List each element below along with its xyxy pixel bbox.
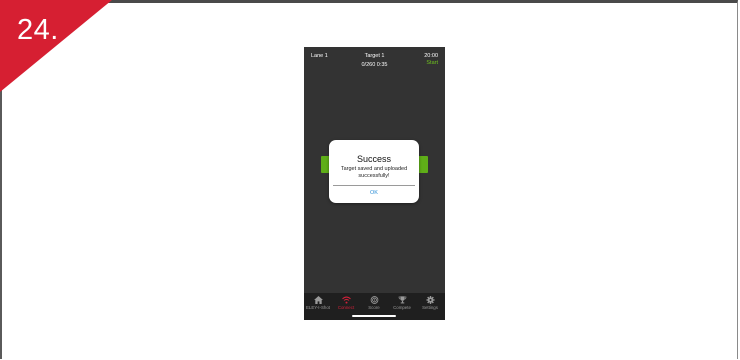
target-icon	[370, 296, 378, 304]
tab-label: Compete	[393, 305, 411, 310]
phone-screen: Lane 1 Target 1 0/260 0:35 20:00 Start S…	[304, 47, 445, 320]
success-dialog: Success Target saved and uploaded succes…	[329, 140, 419, 203]
gear-icon	[426, 296, 434, 304]
tab-label: Score	[368, 305, 380, 310]
ok-button[interactable]: OK	[329, 190, 419, 196]
tab-compete[interactable]: Compete	[388, 296, 416, 310]
target-shot-time: 0/260 0:35	[361, 62, 388, 68]
dialog-title: Success	[356, 154, 391, 164]
tab-home[interactable]: ELEY-I-Shot	[304, 296, 332, 310]
start-button[interactable]: Start	[426, 60, 438, 66]
home-indicator[interactable]	[352, 315, 396, 317]
status-header: Lane 1 Target 1 0/260 0:35 20:00 Start	[304, 47, 445, 71]
wifi-icon	[341, 296, 351, 304]
bottom-tab-bar: ELEY-I-Shot Connect Score Compete Settin…	[304, 293, 445, 320]
tab-label: Settings	[422, 305, 438, 310]
home-icon	[313, 296, 323, 304]
step-number: 24.	[17, 14, 59, 46]
dialog-message: Target saved and uploaded successfully!	[340, 166, 408, 179]
tab-connect[interactable]: Connect	[332, 296, 360, 310]
tab-label: Connect	[337, 305, 355, 310]
tab-settings[interactable]: Settings	[416, 296, 444, 310]
tab-label: ELEY-I-Shot	[306, 305, 330, 310]
dialog-divider	[333, 185, 415, 186]
tab-score[interactable]: Score	[360, 296, 388, 310]
timer-clock: 20:00	[424, 53, 438, 59]
trophy-icon	[398, 296, 406, 304]
